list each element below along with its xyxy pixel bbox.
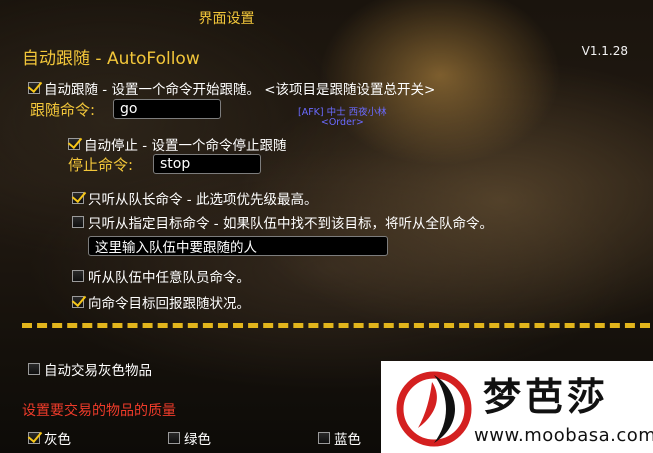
report-status-option[interactable]: 向命令目标回报跟随状况。 [72, 292, 250, 312]
auto-stop-checkbox[interactable] [68, 138, 80, 150]
target-only-checkbox[interactable] [72, 216, 84, 228]
quality-gray-label: 灰色 [44, 432, 71, 448]
section-title: 自动跟随 - AutoFollow [22, 49, 200, 69]
auto-trade-gray-label: 自动交易灰色物品 [44, 363, 152, 379]
leader-only-label: 只听从队长命令 - 此选项优先级最高。 [88, 192, 318, 208]
auto-trade-gray-checkbox[interactable] [28, 363, 40, 375]
follow-command-input[interactable] [113, 99, 221, 119]
quality-blue-option[interactable]: 蓝色 [318, 428, 361, 448]
quality-green-label: 绿色 [184, 432, 211, 448]
follow-command-label: 跟随命令: [30, 101, 96, 119]
window-title: 界面设置 [198, 11, 255, 27]
quality-blue-checkbox[interactable] [318, 432, 330, 444]
afk-nameplate-guild: <Order> [320, 117, 364, 128]
master-follow-option[interactable]: 自动跟随 - 设置一个命令开始跟随。 <该项目是跟随设置总开关> [28, 78, 435, 98]
afk-nameplate: [AFK] 中士 西夜小林 <Order> [298, 108, 387, 128]
auto-stop-label: 自动停止 - 设置一个命令停止跟随 [84, 138, 287, 154]
quality-gray-checkbox[interactable] [28, 432, 40, 444]
master-follow-checkbox[interactable] [28, 82, 40, 94]
leader-only-checkbox[interactable] [72, 192, 84, 204]
any-member-label: 听从队伍中任意队员命令。 [88, 270, 250, 286]
quality-blue-label: 蓝色 [334, 432, 361, 448]
quality-green-option[interactable]: 绿色 [168, 428, 211, 448]
watermark-url: www.moobasa.com [474, 425, 653, 446]
master-follow-label: 自动跟随 - 设置一个命令开始跟随。 <该项目是跟随设置总开关> [44, 82, 436, 98]
any-member-checkbox[interactable] [72, 270, 84, 282]
quality-section-title: 设置要交易的物品的质量 [22, 403, 176, 419]
auto-stop-option[interactable]: 自动停止 - 设置一个命令停止跟随 [68, 134, 286, 154]
quality-gray-option[interactable]: 灰色 [28, 428, 71, 448]
version-label: V1.1.28 [581, 44, 628, 58]
target-only-label: 只听从指定目标命令 - 如果队伍中找不到该目标，将听从全队命令。 [88, 216, 493, 232]
quality-green-checkbox[interactable] [168, 432, 180, 444]
stop-command-label: 停止命令: [68, 156, 134, 174]
stop-command-input[interactable] [153, 154, 261, 174]
follow-target-input[interactable] [88, 236, 388, 256]
report-status-label: 向命令目标回报跟随状况。 [88, 296, 250, 312]
target-only-option[interactable]: 只听从指定目标命令 - 如果队伍中找不到该目标，将听从全队命令。 [72, 212, 493, 232]
watermark-logo-icon [396, 371, 472, 447]
report-status-checkbox[interactable] [72, 296, 84, 308]
leader-only-option[interactable]: 只听从队长命令 - 此选项优先级最高。 [72, 188, 317, 208]
auto-trade-gray-option[interactable]: 自动交易灰色物品 [28, 359, 152, 379]
any-member-option[interactable]: 听从队伍中任意队员命令。 [72, 266, 250, 286]
section-divider [22, 323, 650, 328]
watermark-name: 梦芭莎 [483, 375, 610, 419]
